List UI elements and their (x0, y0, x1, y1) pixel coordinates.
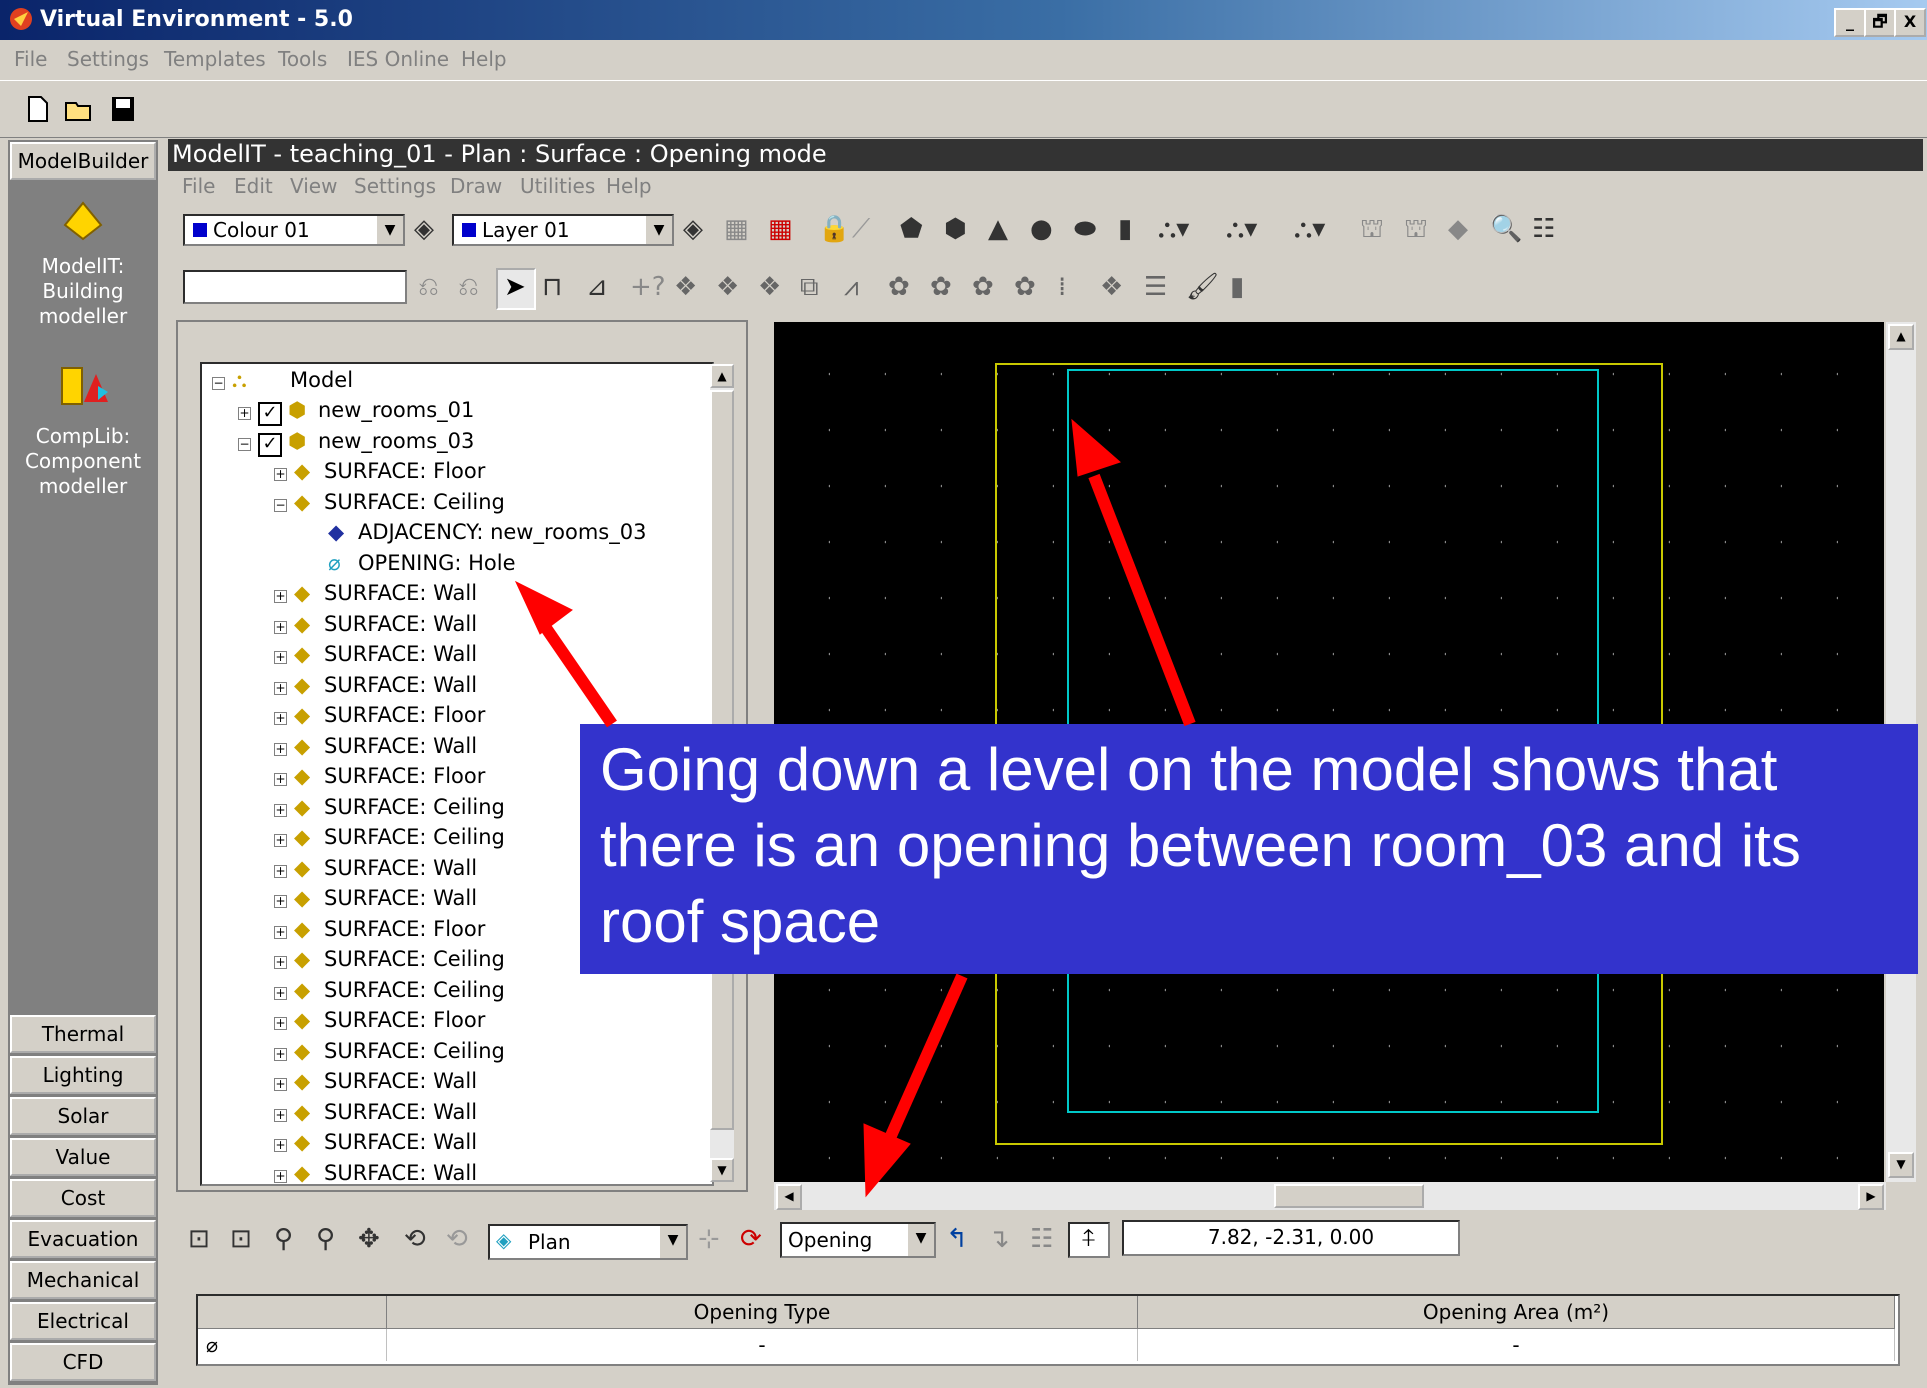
arrow-to-opening-outline (1088, 473, 1196, 727)
annotation-arrows (514, 418, 1196, 1198)
arrow-to-mode-select (884, 973, 968, 1141)
arrow-head-icon (863, 1123, 911, 1198)
arrow-head-icon (514, 580, 573, 635)
arrow-to-opening-hole (541, 624, 617, 728)
arrow-head-icon (1071, 418, 1121, 477)
